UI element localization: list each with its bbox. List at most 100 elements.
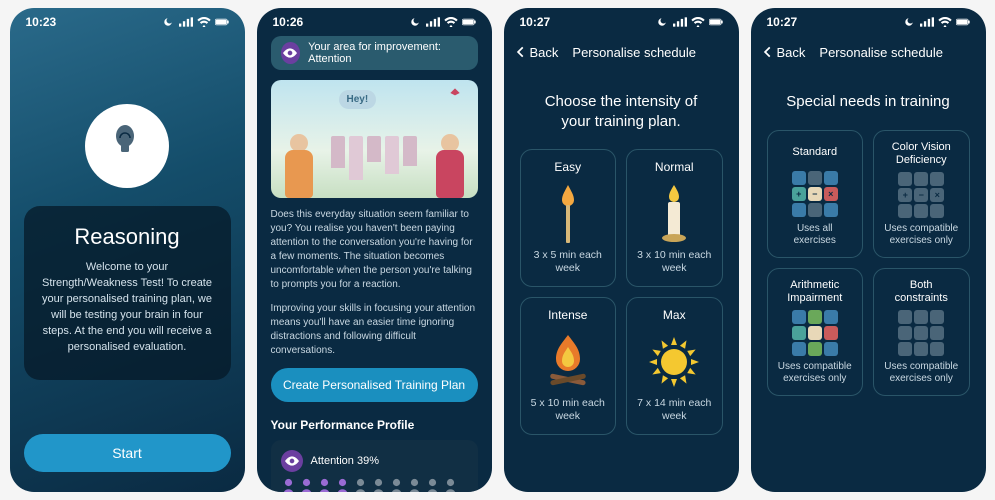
nav-bar: Back Personalise schedule xyxy=(751,36,986,68)
screen-intensity: 10:27 Back Personalise schedule Choose t… xyxy=(504,8,739,492)
profile-heading: Your Performance Profile xyxy=(271,418,478,432)
person-icon xyxy=(281,478,296,492)
attention-people-meter xyxy=(281,478,468,492)
card-title: Arithmetic Impairment xyxy=(776,279,855,305)
intensity-grid: Easy 3 x 5 min each week Normal 3 x 10 m… xyxy=(504,149,739,435)
screen-reasoning-intro: 10:23 Reasoning Welcome to your Strength… xyxy=(10,8,245,492)
dnd-moon-icon xyxy=(655,17,669,27)
battery-icon xyxy=(709,17,723,27)
person-icon xyxy=(443,478,458,492)
create-plan-button[interactable]: Create Personalised Training Plan xyxy=(271,368,478,402)
needs-card-arithmetic[interactable]: Arithmetic Impairment Uses compatible ex… xyxy=(767,268,864,396)
intro-card: Reasoning Welcome to your Strength/Weakn… xyxy=(24,206,231,380)
create-plan-button-label: Create Personalised Training Plan xyxy=(283,378,465,392)
status-time: 10:27 xyxy=(767,15,798,29)
card-sub: Uses compatible exercises only xyxy=(882,223,961,247)
scenario-para-1: Does this everyday situation seem famili… xyxy=(271,208,478,292)
card-title: Max xyxy=(663,308,686,322)
dnd-moon-icon xyxy=(408,17,422,27)
status-indicators xyxy=(161,17,229,27)
intensity-card-max[interactable]: Max 7 x 14 min each week xyxy=(626,297,723,435)
signal-icon xyxy=(179,17,193,27)
back-button[interactable]: Back xyxy=(761,45,806,60)
intro-title: Reasoning xyxy=(40,224,215,250)
dnd-moon-icon xyxy=(902,17,916,27)
card-sub: 7 x 14 min each week xyxy=(633,397,716,424)
card-title: Color Vision Deficiency xyxy=(882,141,961,167)
card-sub: Uses compatible exercises only xyxy=(882,361,961,385)
start-button[interactable]: Start xyxy=(24,434,231,472)
tiles-icon xyxy=(792,310,838,356)
status-bar: 10:23 xyxy=(10,8,245,36)
attention-score-label: Attention 39% xyxy=(311,455,380,467)
scenario-para-2: Improving your skills in focusing your a… xyxy=(271,302,478,358)
status-indicators xyxy=(655,17,723,27)
person-icon xyxy=(299,478,314,492)
status-bar: 10:27 xyxy=(504,8,739,36)
status-time: 10:26 xyxy=(273,15,304,29)
person-icon xyxy=(353,478,368,492)
needs-heading: Special needs in training xyxy=(779,92,958,112)
status-time: 10:23 xyxy=(26,15,57,29)
nav-title: Personalise schedule xyxy=(572,45,696,60)
person-icon xyxy=(425,478,440,492)
card-sub: 3 x 10 min each week xyxy=(633,249,716,276)
person-right-icon xyxy=(436,134,464,198)
improvement-banner-text: Your area for improvement: Attention xyxy=(308,41,467,65)
chevron-left-icon xyxy=(514,45,528,59)
sun-icon xyxy=(647,328,701,397)
back-button[interactable]: Back xyxy=(514,45,559,60)
person-icon xyxy=(407,478,422,492)
status-indicators xyxy=(902,17,970,27)
chevron-left-icon xyxy=(761,45,775,59)
intensity-card-intense[interactable]: Intense 5 x 10 min each week xyxy=(520,297,617,435)
person-icon xyxy=(335,478,350,492)
tiles-icon: +−× xyxy=(792,171,838,217)
card-title: Standard xyxy=(792,141,837,165)
speech-bubble: Hey! xyxy=(339,90,377,109)
card-title: Normal xyxy=(655,160,694,174)
card-sub: Uses all exercises xyxy=(776,223,855,247)
intensity-card-normal[interactable]: Normal 3 x 10 min each week xyxy=(626,149,723,287)
battery-icon xyxy=(215,17,229,27)
signal-icon xyxy=(920,17,934,27)
status-bar: 10:27 xyxy=(751,8,986,36)
card-sub: 5 x 10 min each week xyxy=(527,397,610,424)
intensity-card-easy[interactable]: Easy 3 x 5 min each week xyxy=(520,149,617,287)
card-title: Intense xyxy=(548,308,587,322)
wifi-icon xyxy=(444,17,458,27)
back-label: Back xyxy=(530,45,559,60)
person-icon xyxy=(389,478,404,492)
start-button-label: Start xyxy=(112,445,142,461)
wifi-icon xyxy=(197,17,211,27)
wifi-icon xyxy=(691,17,705,27)
eye-icon xyxy=(281,450,303,472)
back-label: Back xyxy=(777,45,806,60)
reasoning-illustration xyxy=(10,36,245,196)
needs-grid: Standard +−× Uses all exercises Color Vi… xyxy=(751,130,986,396)
signal-icon xyxy=(673,17,687,27)
tiles-icon xyxy=(898,310,944,356)
battery-icon xyxy=(956,17,970,27)
eye-icon xyxy=(281,42,301,64)
signal-icon xyxy=(426,17,440,27)
bird-icon xyxy=(448,86,462,100)
card-sub: 3 x 5 min each week xyxy=(527,249,610,276)
intensity-heading: Choose the intensity of your training pl… xyxy=(532,92,711,131)
card-title: Easy xyxy=(554,160,581,174)
battery-icon xyxy=(462,17,476,27)
needs-card-both[interactable]: Both constraints Uses compatible exercis… xyxy=(873,268,970,396)
scenario-illustration: Hey! xyxy=(271,80,478,198)
head-lightbulb-icon xyxy=(77,96,177,196)
candle-icon xyxy=(659,180,689,249)
person-icon xyxy=(371,478,386,492)
needs-card-standard[interactable]: Standard +−× Uses all exercises xyxy=(767,130,864,258)
nav-bar: Back Personalise schedule xyxy=(504,36,739,68)
profile-attention-card[interactable]: Attention 39% xyxy=(271,440,478,492)
intro-body: Welcome to your Strength/Weakness Test! … xyxy=(40,260,215,356)
improvement-banner: Your area for improvement: Attention xyxy=(271,36,478,70)
needs-card-cvd[interactable]: Color Vision Deficiency +−× Uses compati… xyxy=(873,130,970,258)
match-icon xyxy=(555,180,581,249)
tiles-icon: +−× xyxy=(898,172,944,218)
wifi-icon xyxy=(938,17,952,27)
